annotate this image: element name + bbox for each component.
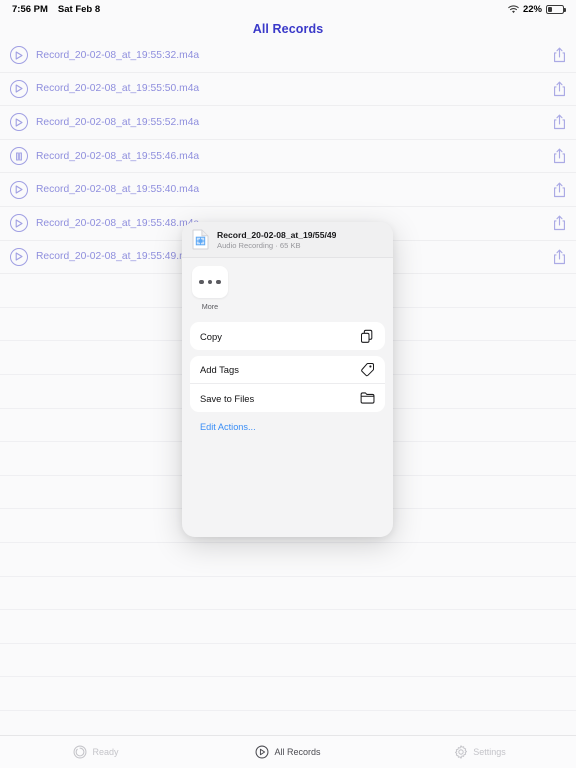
record-icon [73,745,87,759]
share-sheet-apps-row: More [182,258,393,316]
tab-label: All Records [274,747,321,757]
navigation-bar: All Records [0,18,576,39]
share-icon[interactable] [542,215,576,231]
wifi-icon [508,4,519,14]
record-name: Record_20-02-08_at_19:55:40.m4a [36,184,200,196]
play-icon[interactable] [10,214,28,233]
share-sheet-file-subtitle: Audio Recording · 65 KB [217,240,301,250]
tab-label: Ready [92,747,119,757]
empty-row [0,577,576,611]
folder-icon [359,390,375,406]
share-action-save-to-files[interactable]: Save to Files [190,384,385,412]
share-icon[interactable] [542,249,576,265]
empty-row [0,677,576,711]
record-row[interactable]: Record_20-02-08_at_19:55:40.m4a [0,173,576,207]
record-name: Record_20-02-08_at_19:55:50.m4a [36,83,200,95]
play-icon [255,745,269,759]
share-action-group-secondary[interactable]: Add Tags Save to Files [190,356,385,412]
play-icon[interactable] [10,180,28,199]
share-icon[interactable] [542,114,576,130]
tab-ready[interactable]: Ready [0,745,192,759]
empty-row [0,610,576,644]
tab-bar[interactable]: Ready All Records Settings [0,735,576,768]
status-time: 7:56 PM [12,3,48,15]
ellipsis-icon [199,279,204,285]
play-icon[interactable] [10,247,28,266]
battery-icon [546,4,566,14]
status-bar: 7:56 PM Sat Feb 8 22% [0,0,576,18]
record-name: Record_20-02-08_at_19:55:52.m4a [36,116,200,128]
status-bar-right: 22% [508,3,566,15]
page-title: All Records [252,21,324,36]
gear-icon [454,745,468,759]
tab-settings[interactable]: Settings [384,745,576,759]
edit-actions-button[interactable]: Edit Actions... [182,412,393,432]
record-row[interactable]: Record_20-02-08_at_19:55:50.m4a [0,73,576,107]
battery-percent: 22% [522,3,542,15]
play-icon[interactable] [10,79,28,98]
record-name: Record_20-02-08_at_19:55:32.m4a [36,49,200,61]
share-icon[interactable] [542,182,576,198]
share-action-save-to-files-label: Save to Files [200,392,255,404]
ellipsis-icon [207,279,213,285]
record-row[interactable]: Record_20-02-08_at_19:55:52.m4a [0,106,576,140]
share-sheet-popup[interactable]: Record_20-02-08_at_19/55/49 Audio Record… [182,222,393,537]
share-action-group-copy[interactable]: Copy [190,322,385,350]
record-row[interactable]: Record_20-02-08_at_19:55:32.m4a [0,39,576,73]
share-sheet-file-title: Record_20-02-08_at_19/55/49 [217,229,337,240]
share-sheet-file-info: Record_20-02-08_at_19/55/49 Audio Record… [217,230,336,250]
ellipsis-icon [216,279,221,285]
share-action-copy[interactable]: Copy [190,322,385,350]
tab-all-records[interactable]: All Records [192,745,384,759]
record-row[interactable]: Record_20-02-08_at_19:55:46.m4a [0,140,576,174]
pause-icon[interactable] [10,147,28,166]
share-icon[interactable] [542,148,576,164]
tab-label: Settings [473,747,506,757]
tag-icon [359,362,375,378]
share-icon[interactable] [542,81,576,97]
status-date: Sat Feb 8 [57,3,101,15]
empty-row [0,543,576,577]
status-bar-left: 7:56 PM Sat Feb 8 [12,4,100,15]
play-icon[interactable] [10,46,28,65]
more-button-wrapper[interactable]: More [192,266,228,316]
play-icon[interactable] [10,113,28,132]
share-action-copy-label: Copy [200,330,222,342]
document-icon [192,229,209,250]
share-action-add-tags-label: Add Tags [200,364,239,375]
more-button-label: More [201,302,219,311]
share-action-add-tags[interactable]: Add Tags [190,356,385,384]
share-icon[interactable] [542,47,576,63]
copy-icon [359,328,375,344]
record-name: Record_20-02-08_at_19:55:46.m4a [36,150,200,162]
more-button[interactable] [192,266,228,298]
empty-row [0,644,576,678]
share-sheet-header: Record_20-02-08_at_19/55/49 Audio Record… [182,222,393,258]
